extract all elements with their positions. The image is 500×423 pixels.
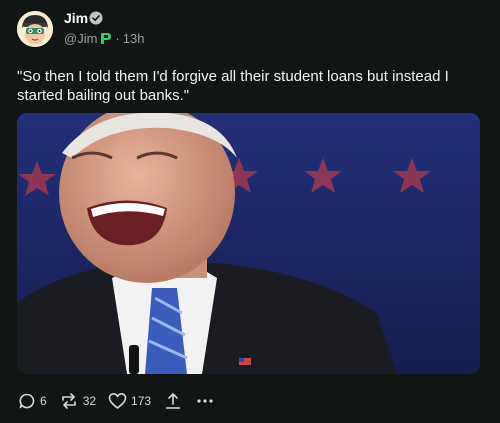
reply-bubble-icon [19, 393, 35, 409]
reply-count: 6 [40, 394, 47, 408]
cartoon-avatar-image [17, 11, 53, 47]
author-handle[interactable]: @Jim [64, 31, 97, 46]
post-card: Jim @Jim · 13h "So then I told them I'd … [0, 0, 500, 423]
share-icon [165, 393, 181, 409]
handle-row: @Jim · 13h [64, 31, 144, 46]
p-badge-icon [101, 33, 112, 44]
post-image[interactable] [17, 113, 480, 374]
more-dots-icon [197, 399, 213, 403]
like-count: 173 [131, 394, 152, 408]
laughing-man-photo [17, 113, 480, 374]
avatar[interactable] [17, 11, 53, 47]
reply-button[interactable]: 6 [18, 392, 47, 410]
repost-icon [61, 393, 76, 409]
repost-count: 32 [82, 394, 97, 408]
repost-button[interactable]: 32 [59, 392, 96, 410]
separator: · [115, 31, 120, 46]
author-name[interactable]: Jim [64, 10, 88, 26]
action-bar: 6 32 173 [18, 390, 213, 412]
heart-icon [108, 393, 127, 409]
post-text: "So then I told them I'd forgive all the… [17, 68, 449, 104]
like-button[interactable]: 173 [108, 392, 151, 410]
share-button[interactable] [165, 392, 181, 410]
more-options-button[interactable] [197, 398, 213, 404]
post-time[interactable]: 13h [123, 31, 145, 46]
verified-badge-icon [89, 11, 103, 25]
